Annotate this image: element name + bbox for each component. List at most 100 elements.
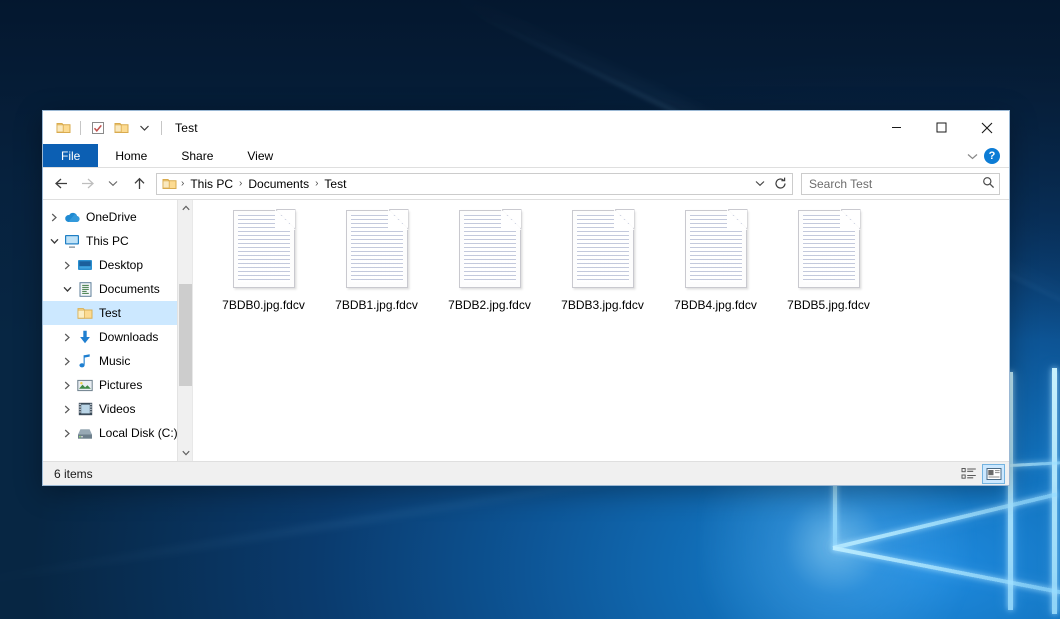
search-icon[interactable] — [982, 176, 995, 192]
sidebar-item-desktop[interactable]: Desktop — [43, 253, 192, 277]
sidebar-item-label: Music — [95, 354, 130, 368]
explorer-body: OneDrive This PC — [43, 199, 1009, 461]
recent-locations-button[interactable] — [101, 172, 125, 196]
chevron-down-icon[interactable] — [750, 174, 770, 194]
item-count-label: 6 items — [54, 467, 93, 481]
sidebar-item-label: Documents — [95, 282, 160, 296]
expander-collapsed-icon[interactable] — [60, 333, 75, 342]
local-disk-icon — [75, 427, 95, 440]
expander-expanded-icon[interactable] — [47, 238, 62, 245]
generic-document-icon — [798, 210, 860, 288]
view-mode-buttons — [957, 464, 1005, 484]
large-icons-view-button[interactable] — [982, 464, 1005, 484]
maximize-button[interactable] — [919, 111, 964, 144]
downloads-arrow-icon — [75, 330, 95, 345]
expander-collapsed-icon[interactable] — [60, 429, 75, 438]
tab-home[interactable]: Home — [98, 144, 164, 167]
toolbar-separator — [80, 121, 81, 135]
scroll-up-icon[interactable] — [178, 200, 193, 216]
window-title: Test — [175, 121, 198, 135]
documents-icon — [75, 282, 95, 297]
sidebar-item-videos[interactable]: Videos — [43, 397, 192, 421]
properties-icon[interactable] — [88, 118, 108, 138]
details-view-button[interactable] — [957, 464, 980, 484]
breadcrumb: › This PC › Documents › Test — [161, 175, 750, 193]
sidebar-item-music[interactable]: Music — [43, 349, 192, 373]
ribbon-tab-strip: File Home Share View ? — [43, 144, 1009, 168]
generic-document-icon — [459, 210, 521, 288]
expander-collapsed-icon[interactable] — [60, 357, 75, 366]
expander-collapsed-icon[interactable] — [60, 381, 75, 390]
new-folder-icon[interactable] — [111, 118, 131, 138]
file-name-label: 7BDB3.jpg.fdcv — [561, 298, 644, 313]
file-list-view[interactable]: 7BDB0.jpg.fdcv 7BDB1.jpg.fdcv — [193, 200, 1009, 461]
sidebar-item-label: Downloads — [95, 330, 158, 344]
search-box[interactable] — [801, 173, 1000, 195]
scroll-down-icon[interactable] — [178, 445, 193, 461]
sidebar-item-downloads[interactable]: Downloads — [43, 325, 192, 349]
refresh-icon[interactable] — [770, 174, 790, 194]
folder-icon — [75, 306, 95, 320]
chevron-down-icon[interactable] — [967, 149, 978, 163]
search-input[interactable] — [809, 177, 982, 191]
file-item[interactable]: 7BDB3.jpg.fdcv — [546, 206, 659, 324]
back-button[interactable] — [49, 172, 73, 196]
sidebar-item-onedrive[interactable]: OneDrive — [43, 205, 192, 229]
breadcrumb-item-this-pc[interactable]: This PC — [185, 175, 238, 193]
desktop-wallpaper: Test File Home Share View — [0, 0, 1060, 619]
expander-collapsed-icon[interactable] — [60, 405, 75, 414]
file-item[interactable]: 7BDB5.jpg.fdcv — [772, 206, 885, 324]
file-item[interactable]: 7BDB0.jpg.fdcv — [207, 206, 320, 324]
file-name-label: 7BDB1.jpg.fdcv — [335, 298, 418, 313]
file-item[interactable]: 7BDB1.jpg.fdcv — [320, 206, 433, 324]
scrollbar-thumb[interactable] — [179, 284, 192, 386]
up-button[interactable] — [127, 172, 151, 196]
music-note-icon — [75, 354, 95, 369]
file-item[interactable]: 7BDB2.jpg.fdcv — [433, 206, 546, 324]
sidebar-item-documents[interactable]: Documents — [43, 277, 192, 301]
sidebar-item-test[interactable]: Test — [43, 301, 192, 325]
quick-access-toolbar — [43, 118, 166, 138]
sidebar-item-this-pc[interactable]: This PC — [43, 229, 192, 253]
expander-collapsed-icon[interactable] — [47, 213, 62, 222]
folder-icon[interactable] — [161, 177, 180, 190]
address-bar: › This PC › Documents › Test — [43, 168, 1009, 199]
ribbon-right-controls: ? — [967, 144, 1009, 167]
tab-share[interactable]: Share — [164, 144, 230, 167]
breadcrumb-item-test[interactable]: Test — [319, 175, 351, 193]
onedrive-cloud-icon — [62, 211, 82, 224]
toolbar-separator — [161, 121, 162, 135]
this-pc-monitor-icon — [62, 234, 82, 248]
window-controls — [874, 111, 1009, 144]
file-name-label: 7BDB2.jpg.fdcv — [448, 298, 531, 313]
expander-collapsed-icon[interactable] — [60, 261, 75, 270]
sidebar-scrollbar[interactable] — [177, 200, 192, 461]
sidebar-item-label: Local Disk (C:) — [95, 426, 178, 440]
breadcrumb-bar[interactable]: › This PC › Documents › Test — [156, 173, 793, 195]
sidebar-item-label: Desktop — [95, 258, 143, 272]
navigation-pane: OneDrive This PC — [43, 200, 193, 461]
forward-button[interactable] — [75, 172, 99, 196]
help-icon[interactable]: ? — [984, 148, 1000, 164]
pictures-icon — [75, 379, 95, 392]
chevron-down-icon[interactable] — [134, 118, 154, 138]
tab-view[interactable]: View — [230, 144, 290, 167]
breadcrumb-tools — [750, 174, 790, 194]
close-button[interactable] — [964, 111, 1009, 144]
minimize-button[interactable] — [874, 111, 919, 144]
sidebar-item-label: Videos — [95, 402, 135, 416]
folder-icon[interactable] — [53, 118, 73, 138]
breadcrumb-item-documents[interactable]: Documents — [243, 175, 314, 193]
sidebar-item-pictures[interactable]: Pictures — [43, 373, 192, 397]
desktop-icon — [75, 259, 95, 272]
sidebar-item-label: This PC — [82, 234, 129, 248]
file-grid: 7BDB0.jpg.fdcv 7BDB1.jpg.fdcv — [207, 206, 1009, 324]
videos-icon — [75, 402, 95, 416]
expander-expanded-icon[interactable] — [60, 286, 75, 293]
tab-file[interactable]: File — [43, 144, 98, 167]
file-item[interactable]: 7BDB4.jpg.fdcv — [659, 206, 772, 324]
sidebar-item-label: Pictures — [95, 378, 142, 392]
file-name-label: 7BDB4.jpg.fdcv — [674, 298, 757, 313]
windows-logo-beam — [1052, 368, 1057, 614]
sidebar-item-local-disk-c[interactable]: Local Disk (C:) — [43, 421, 192, 445]
